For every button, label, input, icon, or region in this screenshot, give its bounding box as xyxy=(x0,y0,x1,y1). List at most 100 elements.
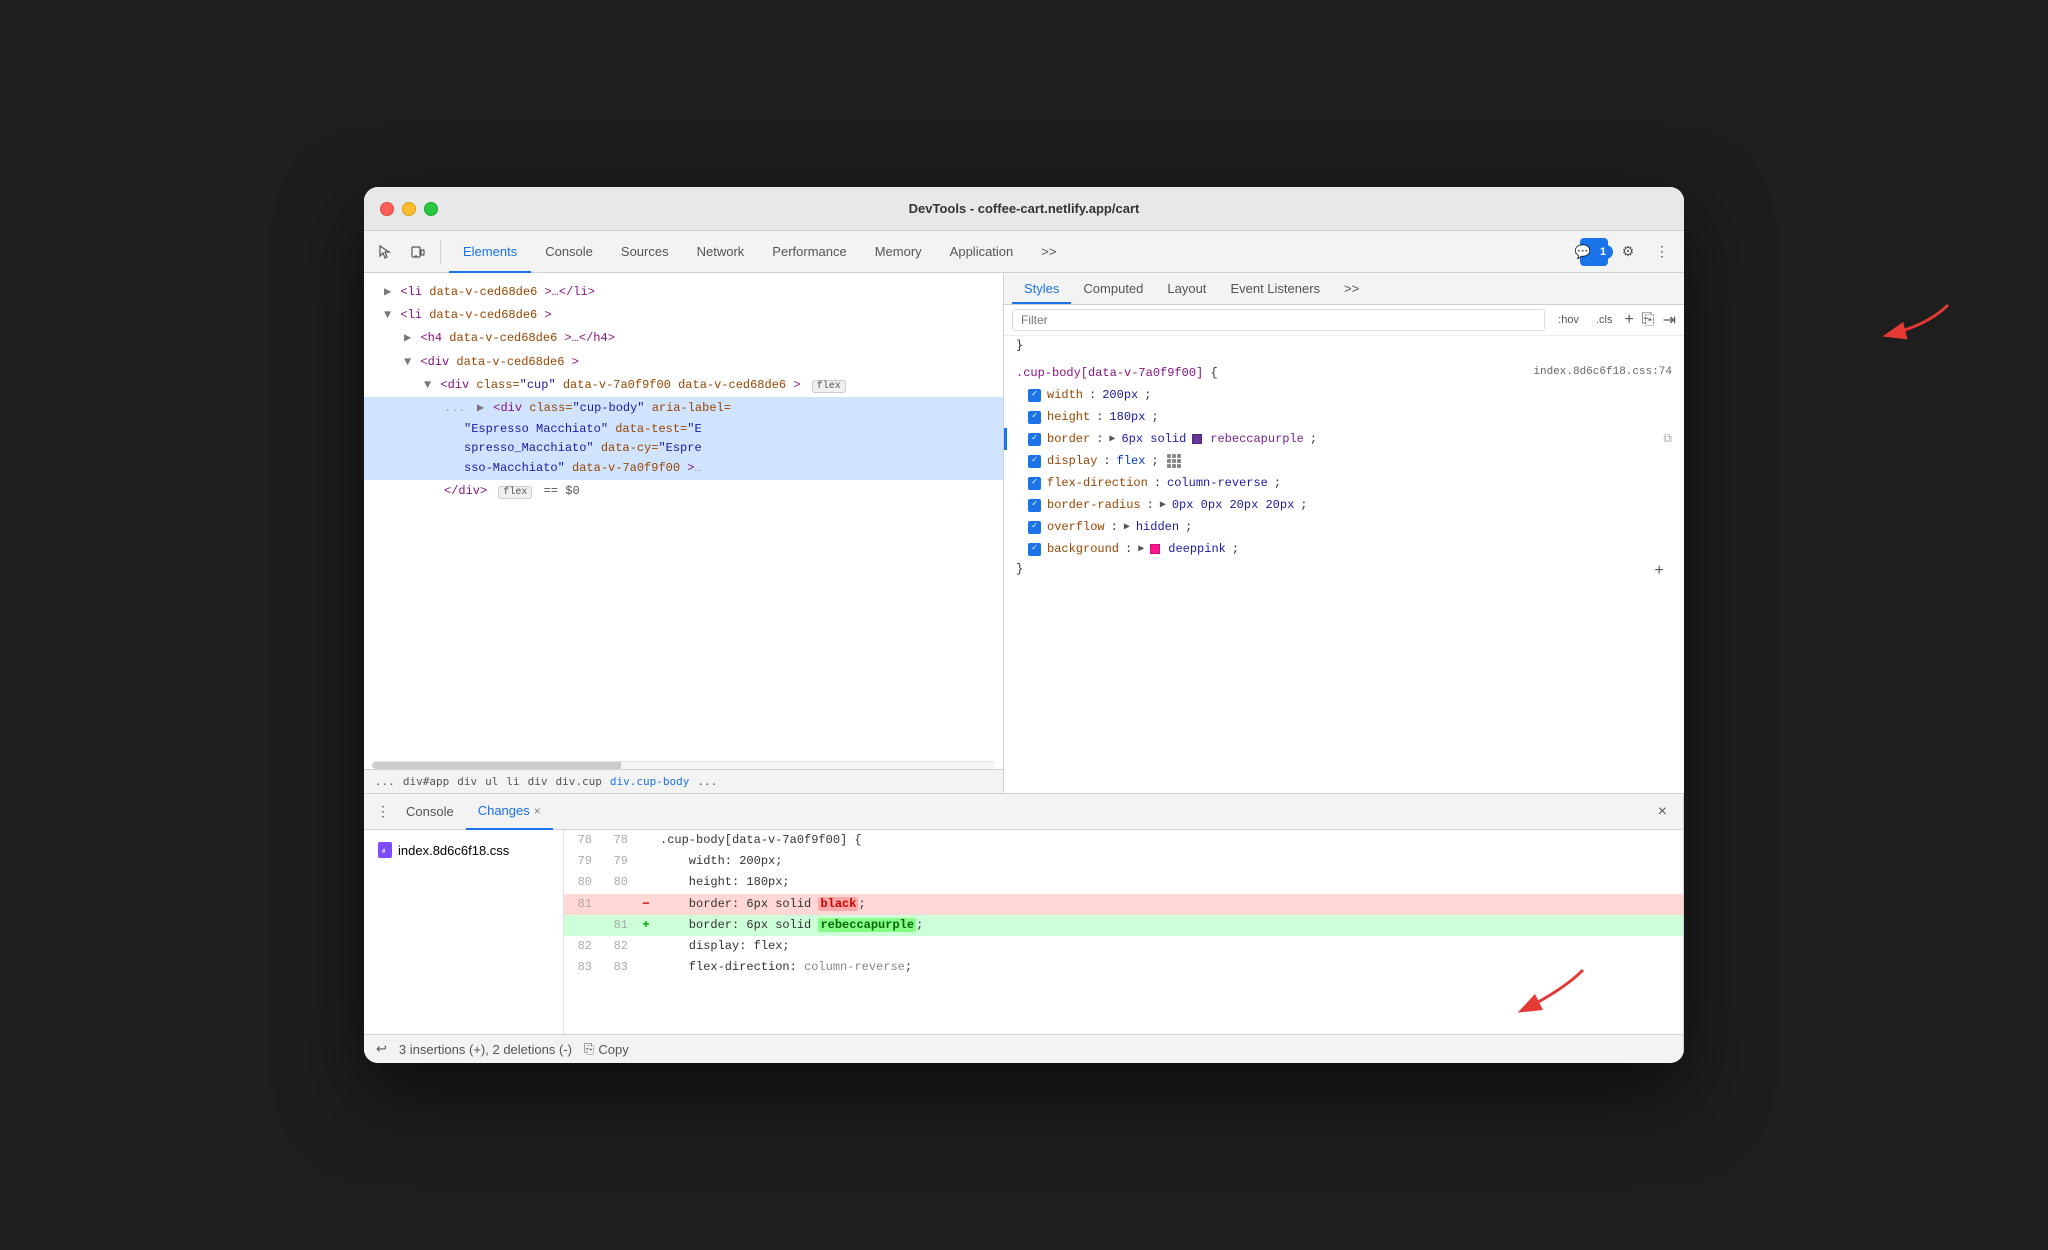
chat-icon[interactable]: 💬 1 xyxy=(1580,238,1608,266)
main-tabs: Elements Console Sources Network Perform… xyxy=(449,231,1070,273)
tab-network[interactable]: Network xyxy=(683,231,759,273)
style-tab-computed[interactable]: Computed xyxy=(1071,273,1155,304)
styles-tabs: Styles Computed Layout Event Listeners >… xyxy=(1004,273,1684,305)
close-panel-button[interactable]: × xyxy=(1650,803,1675,821)
close-button[interactable] xyxy=(380,202,394,216)
elements-panel: ▶ <li data-v-ced68de6 >…</li> ▼ <li data… xyxy=(364,273,1004,793)
triangle-overflow-icon: ▶ xyxy=(1124,520,1130,535)
tab-memory[interactable]: Memory xyxy=(861,231,936,273)
undo-button[interactable]: ↩ xyxy=(376,1041,387,1057)
cls-button[interactable]: .cls xyxy=(1592,312,1617,328)
css-prev-close: } xyxy=(1004,336,1684,354)
color-swatch-rebeccapurple[interactable] xyxy=(1192,434,1202,444)
checkbox-height[interactable] xyxy=(1028,411,1041,424)
console-menu-icon[interactable]: ⋮ xyxy=(372,799,394,824)
tab-sources[interactable]: Sources xyxy=(607,231,683,273)
toolbar-divider xyxy=(440,240,441,264)
tree-node-6b[interactable]: "Espresso Macchiato" data-test="E xyxy=(364,420,1003,439)
style-tab-more[interactable]: >> xyxy=(1332,273,1371,304)
more-options-icon[interactable]: ⋮ xyxy=(1648,238,1676,266)
css-file-ref[interactable]: index.8d6c6f18.css:74 xyxy=(1533,366,1672,378)
add-rule-icon[interactable]: + xyxy=(1654,562,1664,580)
device-emulation-icon[interactable] xyxy=(404,238,432,266)
diff-line-81-removed: 81 − border: 6px solid black; xyxy=(564,894,1683,915)
window-title: DevTools - coffee-cart.netlify.app/cart xyxy=(909,201,1140,216)
tab-elements[interactable]: Elements xyxy=(449,231,531,273)
filter-input[interactable] xyxy=(1012,309,1545,331)
file-item-css[interactable]: # index.8d6c6f18.css xyxy=(372,838,555,862)
triangle-bg-icon: ▶ xyxy=(1138,542,1144,557)
tree-node-5[interactable]: ▼ <div class="cup" data-v-7a0f9f00 data-… xyxy=(364,374,1003,397)
hov-button[interactable]: :hov xyxy=(1553,311,1584,329)
breadcrumb-div2[interactable]: div xyxy=(525,774,551,789)
breadcrumb-divapp[interactable]: div#app xyxy=(400,774,452,789)
file-list: # index.8d6c6f18.css xyxy=(364,830,564,1034)
titlebar: DevTools - coffee-cart.netlify.app/cart xyxy=(364,187,1684,231)
checkbox-border[interactable] xyxy=(1028,433,1041,446)
minimize-button[interactable] xyxy=(402,202,416,216)
flex-badge: flex xyxy=(812,380,846,393)
triangle-border-icon: ▶ xyxy=(1109,432,1115,447)
breadcrumb-div[interactable]: div xyxy=(454,774,480,789)
diff-line-82: 82 82 display: flex; xyxy=(564,936,1683,957)
copy-style-icon[interactable]: ⎘ xyxy=(1642,311,1655,329)
checkbox-background[interactable] xyxy=(1028,543,1041,556)
bottom-section: ⋮ Console Changes × × xyxy=(364,793,1684,1063)
triangle-radius-icon: ▶ xyxy=(1160,498,1166,513)
maximize-button[interactable] xyxy=(424,202,438,216)
breadcrumb-divcupbody[interactable]: div.cup-body xyxy=(607,774,692,789)
breadcrumb-li[interactable]: li xyxy=(503,774,522,789)
style-tab-event-listeners[interactable]: Event Listeners xyxy=(1218,273,1332,304)
css-prop-display: display : flex ; xyxy=(1004,450,1684,472)
css-prop-overflow: overflow : ▶ hidden ; xyxy=(1004,516,1684,538)
collapse-icon-3: ▶ xyxy=(404,331,411,345)
tree-node-3[interactable]: ▶ <h4 data-v-ced68de6 >…</h4> xyxy=(364,327,1003,350)
tab-performance[interactable]: Performance xyxy=(758,231,860,273)
element-picker-icon[interactable] xyxy=(372,238,400,266)
diff-summary: 3 insertions (+), 2 deletions (-) xyxy=(399,1042,572,1057)
flex-grid-icon[interactable] xyxy=(1167,454,1181,468)
tree-node-4[interactable]: ▼ <div data-v-ced68de6 > xyxy=(364,351,1003,374)
expand-style-icon[interactable]: ⇥ xyxy=(1663,310,1676,330)
css-prop-background: background : ▶ deeppink ; xyxy=(1004,538,1684,560)
checkbox-overflow[interactable] xyxy=(1028,521,1041,534)
breadcrumb-ellipsis[interactable]: ... xyxy=(372,774,398,789)
css-selector: .cup-body[data-v-7a0f9f00] xyxy=(1016,366,1203,380)
close-changes-tab[interactable]: × xyxy=(534,804,541,818)
diff-line-83: 83 83 flex-direction: column-reverse; xyxy=(564,957,1683,978)
css-prop-width: width : 200px ; xyxy=(1004,384,1684,406)
tree-node-6[interactable]: ... ▶ <div class="cup-body" aria-label= xyxy=(364,397,1003,420)
dollar-badge: == $0 xyxy=(544,484,580,498)
tree-node-6c[interactable]: spresso_Macchiato" data-cy="Espre xyxy=(364,439,1003,458)
settings-icon[interactable]: ⚙ xyxy=(1614,238,1642,266)
tree-node-7[interactable]: </div> flex == $0 xyxy=(364,480,1003,503)
style-tab-layout[interactable]: Layout xyxy=(1155,273,1218,304)
tab-more[interactable]: >> xyxy=(1027,231,1070,273)
checkbox-width[interactable] xyxy=(1028,389,1041,402)
breadcrumb-more[interactable]: ... xyxy=(694,774,720,789)
copy-button[interactable]: ⎘ Copy xyxy=(584,1041,629,1057)
tab-application[interactable]: Application xyxy=(936,231,1028,273)
copy-property-icon[interactable]: ⧉ xyxy=(1663,430,1672,448)
breadcrumb-ul[interactable]: ul xyxy=(482,774,501,789)
color-swatch-deeppink[interactable] xyxy=(1150,544,1160,554)
css-rule: index.8d6c6f18.css:74 .cup-body[data-v-7… xyxy=(1004,362,1684,384)
tree-node-6d[interactable]: sso-Macchiato" data-v-7a0f9f00 >… xyxy=(364,459,1003,480)
tab-console[interactable]: Console xyxy=(531,231,607,273)
diff-line-80: 80 80 height: 180px; xyxy=(564,872,1683,893)
style-tab-styles[interactable]: Styles xyxy=(1012,273,1071,304)
console-tab-console[interactable]: Console xyxy=(394,794,466,830)
console-tab-changes[interactable]: Changes × xyxy=(466,794,553,830)
breadcrumb-divcup[interactable]: div.cup xyxy=(552,774,604,789)
checkbox-borderradius[interactable] xyxy=(1028,499,1041,512)
file-name: index.8d6c6f18.css xyxy=(398,843,509,858)
collapse-icon-5: ▼ xyxy=(424,378,431,392)
add-style-icon[interactable]: + xyxy=(1624,311,1633,329)
traffic-lights xyxy=(380,202,438,216)
checkbox-flexdir[interactable] xyxy=(1028,477,1041,490)
tree-node-1[interactable]: ▶ <li data-v-ced68de6 >…</li> xyxy=(364,281,1003,304)
checkbox-display[interactable] xyxy=(1028,455,1041,468)
tree-node-2[interactable]: ▼ <li data-v-ced68de6 > xyxy=(364,304,1003,327)
css-prop-border: border : ▶ 6px solid rebeccapurple ; ⧉ xyxy=(1004,428,1684,450)
horizontal-scrollbar[interactable] xyxy=(372,761,995,769)
